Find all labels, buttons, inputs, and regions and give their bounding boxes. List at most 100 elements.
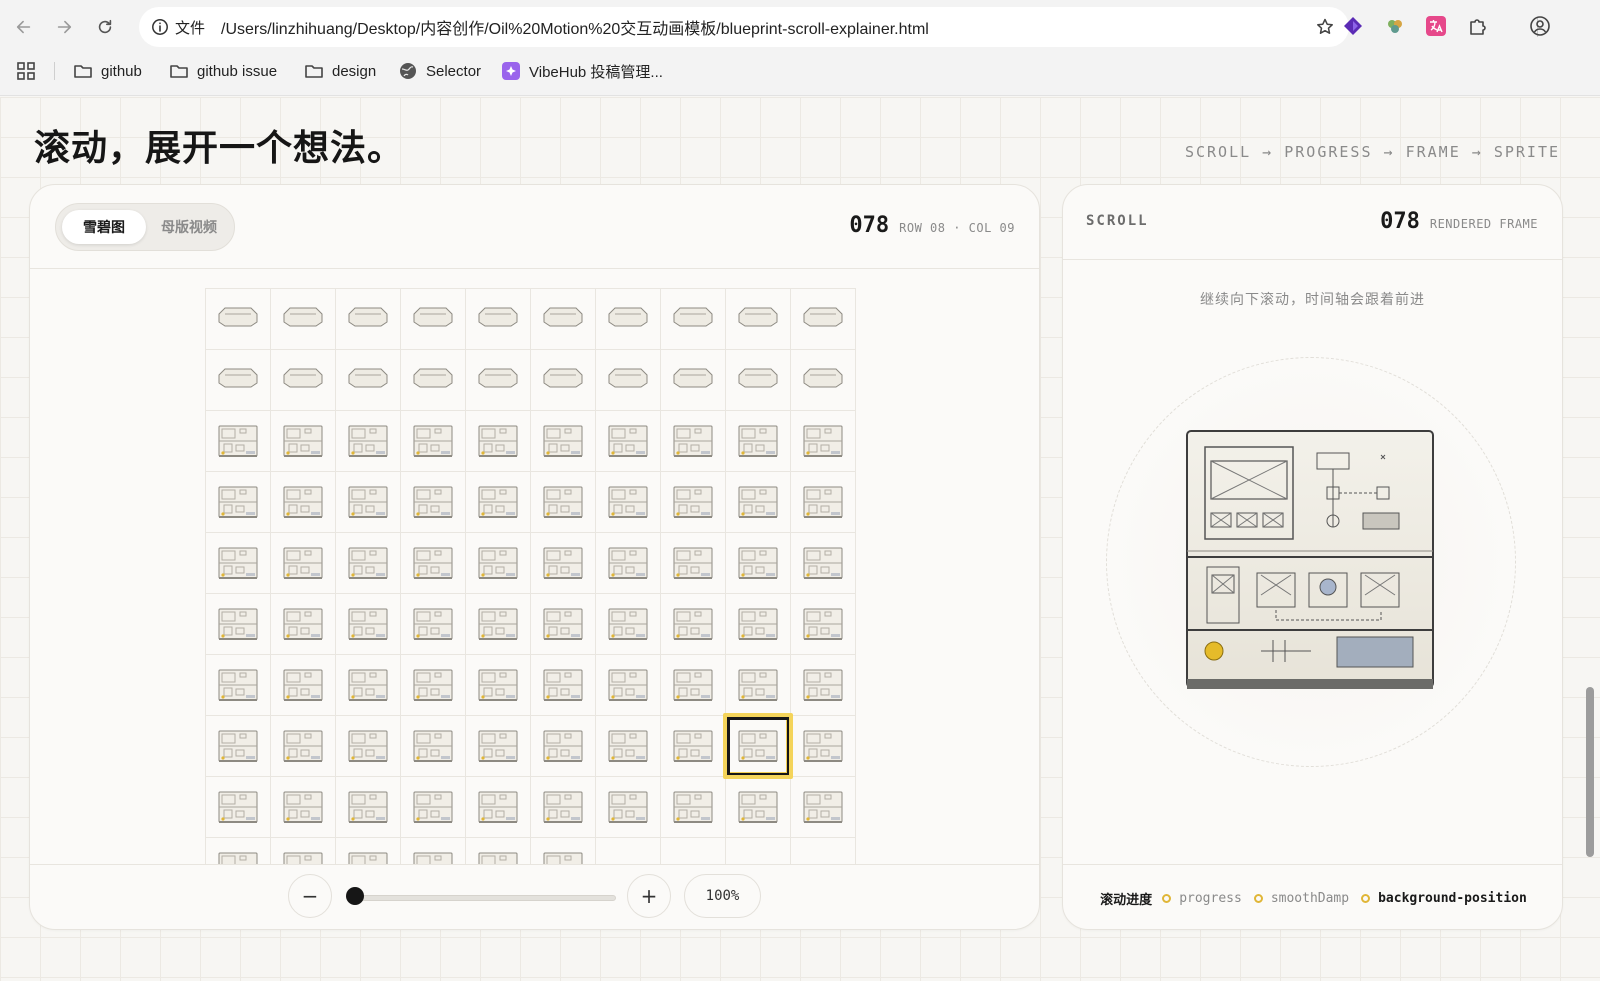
sprite-frame[interactable] xyxy=(206,350,271,411)
sprite-frame-current[interactable] xyxy=(723,713,793,779)
sprite-frame[interactable] xyxy=(206,838,271,864)
sprite-frame[interactable] xyxy=(791,655,856,716)
sprite-frame[interactable] xyxy=(661,533,726,594)
sprite-frame[interactable] xyxy=(726,838,791,864)
sprite-frame[interactable] xyxy=(726,777,791,838)
sprite-frame[interactable] xyxy=(466,777,531,838)
sprite-frame[interactable] xyxy=(531,472,596,533)
sprite-frame[interactable] xyxy=(661,716,726,777)
sprite-frame[interactable] xyxy=(466,655,531,716)
sprite-frame[interactable] xyxy=(531,655,596,716)
bookmark-github[interactable]: github xyxy=(73,58,142,84)
sprite-frame[interactable] xyxy=(336,594,401,655)
bookmark-selector[interactable]: Selector xyxy=(398,58,481,84)
sprite-frame[interactable] xyxy=(726,655,791,716)
sprite-frame[interactable] xyxy=(271,594,336,655)
sprite-frame[interactable] xyxy=(401,472,466,533)
sprite-frame[interactable] xyxy=(466,838,531,864)
info-icon[interactable] xyxy=(151,18,169,36)
zoom-slider-thumb[interactable] xyxy=(346,887,364,905)
bookmark-vibehub[interactable]: VibeHub 投稿管理... xyxy=(501,58,663,84)
sprite-frame[interactable] xyxy=(206,289,271,350)
sprite-frame[interactable] xyxy=(466,289,531,350)
sprite-frame[interactable] xyxy=(336,533,401,594)
sprite-grid-viewport[interactable] xyxy=(30,268,1039,864)
bookmark-design[interactable]: design xyxy=(304,58,376,84)
sprite-frame[interactable] xyxy=(466,411,531,472)
extension-clover[interactable] xyxy=(1384,15,1406,37)
sprite-frame[interactable] xyxy=(596,716,661,777)
sprite-frame[interactable] xyxy=(726,472,791,533)
sprite-frame[interactable] xyxy=(531,716,596,777)
sprite-frame[interactable] xyxy=(596,533,661,594)
sprite-frame[interactable] xyxy=(531,594,596,655)
sprite-frame[interactable] xyxy=(791,472,856,533)
sprite-frame[interactable] xyxy=(791,716,856,777)
sprite-frame[interactable] xyxy=(596,472,661,533)
sprite-frame[interactable] xyxy=(271,716,336,777)
sprite-frame[interactable] xyxy=(206,777,271,838)
url-text[interactable]: /Users/linzhihuang/Desktop/内容创作/Oil%20Mo… xyxy=(221,15,929,39)
apps-grid-icon[interactable] xyxy=(16,61,36,81)
sprite-frame[interactable] xyxy=(401,594,466,655)
zoom-in-button[interactable]: + xyxy=(627,874,671,918)
sprite-frame[interactable] xyxy=(726,533,791,594)
sprite-frame[interactable] xyxy=(791,411,856,472)
sprite-frame[interactable] xyxy=(466,716,531,777)
sprite-frame[interactable] xyxy=(596,655,661,716)
back-button[interactable] xyxy=(10,13,38,41)
address-bar[interactable]: 文件 /Users/linzhihuang/Desktop/内容创作/Oil%2… xyxy=(139,7,1349,47)
sprite-frame[interactable] xyxy=(401,350,466,411)
sprite-frame[interactable] xyxy=(401,838,466,864)
sprite-frame[interactable] xyxy=(336,838,401,864)
sprite-frame[interactable] xyxy=(791,289,856,350)
reload-button[interactable] xyxy=(91,13,119,41)
sprite-frame[interactable] xyxy=(726,594,791,655)
sprite-frame[interactable] xyxy=(336,472,401,533)
bookmark-github-issue[interactable]: github issue xyxy=(169,58,277,84)
sprite-frame[interactable] xyxy=(596,350,661,411)
sprite-frame[interactable] xyxy=(661,411,726,472)
sprite-frame[interactable] xyxy=(336,777,401,838)
sprite-frame[interactable] xyxy=(726,289,791,350)
page-scrollbar[interactable] xyxy=(1586,687,1594,857)
sprite-frame[interactable] xyxy=(791,777,856,838)
sprite-frame[interactable] xyxy=(531,411,596,472)
sprite-frame[interactable] xyxy=(336,289,401,350)
sprite-frame[interactable] xyxy=(661,594,726,655)
forward-button[interactable] xyxy=(50,13,78,41)
sprite-frame[interactable] xyxy=(336,716,401,777)
sprite-frame[interactable] xyxy=(661,655,726,716)
sprite-frame[interactable] xyxy=(336,655,401,716)
sprite-frame[interactable] xyxy=(271,411,336,472)
sprite-frame[interactable] xyxy=(661,472,726,533)
sprite-frame[interactable] xyxy=(206,472,271,533)
tab-sprite-sheet[interactable]: 雪碧图 xyxy=(62,210,146,244)
sprite-frame[interactable] xyxy=(206,411,271,472)
sprite-frame[interactable] xyxy=(531,289,596,350)
sprite-frame[interactable] xyxy=(466,594,531,655)
sprite-frame[interactable] xyxy=(726,411,791,472)
sprite-frame[interactable] xyxy=(271,472,336,533)
sprite-frame[interactable] xyxy=(206,716,271,777)
sprite-frame[interactable] xyxy=(791,533,856,594)
sprite-frame[interactable] xyxy=(596,838,661,864)
sprite-frame[interactable] xyxy=(661,777,726,838)
sprite-frame[interactable] xyxy=(271,350,336,411)
sprite-frame[interactable] xyxy=(401,716,466,777)
extension-diamond[interactable] xyxy=(1342,15,1364,37)
sprite-frame[interactable] xyxy=(791,594,856,655)
sprite-frame[interactable] xyxy=(466,350,531,411)
star-icon[interactable] xyxy=(1315,17,1335,37)
sprite-frame[interactable] xyxy=(531,533,596,594)
sprite-frame[interactable] xyxy=(596,594,661,655)
sprite-frame[interactable] xyxy=(401,533,466,594)
sprite-frame[interactable] xyxy=(336,350,401,411)
sprite-frame[interactable] xyxy=(531,350,596,411)
sprite-frame[interactable] xyxy=(401,655,466,716)
profile-button[interactable] xyxy=(1529,15,1551,37)
sprite-frame[interactable] xyxy=(661,350,726,411)
sprite-frame[interactable] xyxy=(791,838,856,864)
sprite-frame[interactable] xyxy=(726,350,791,411)
sprite-frame[interactable] xyxy=(661,289,726,350)
